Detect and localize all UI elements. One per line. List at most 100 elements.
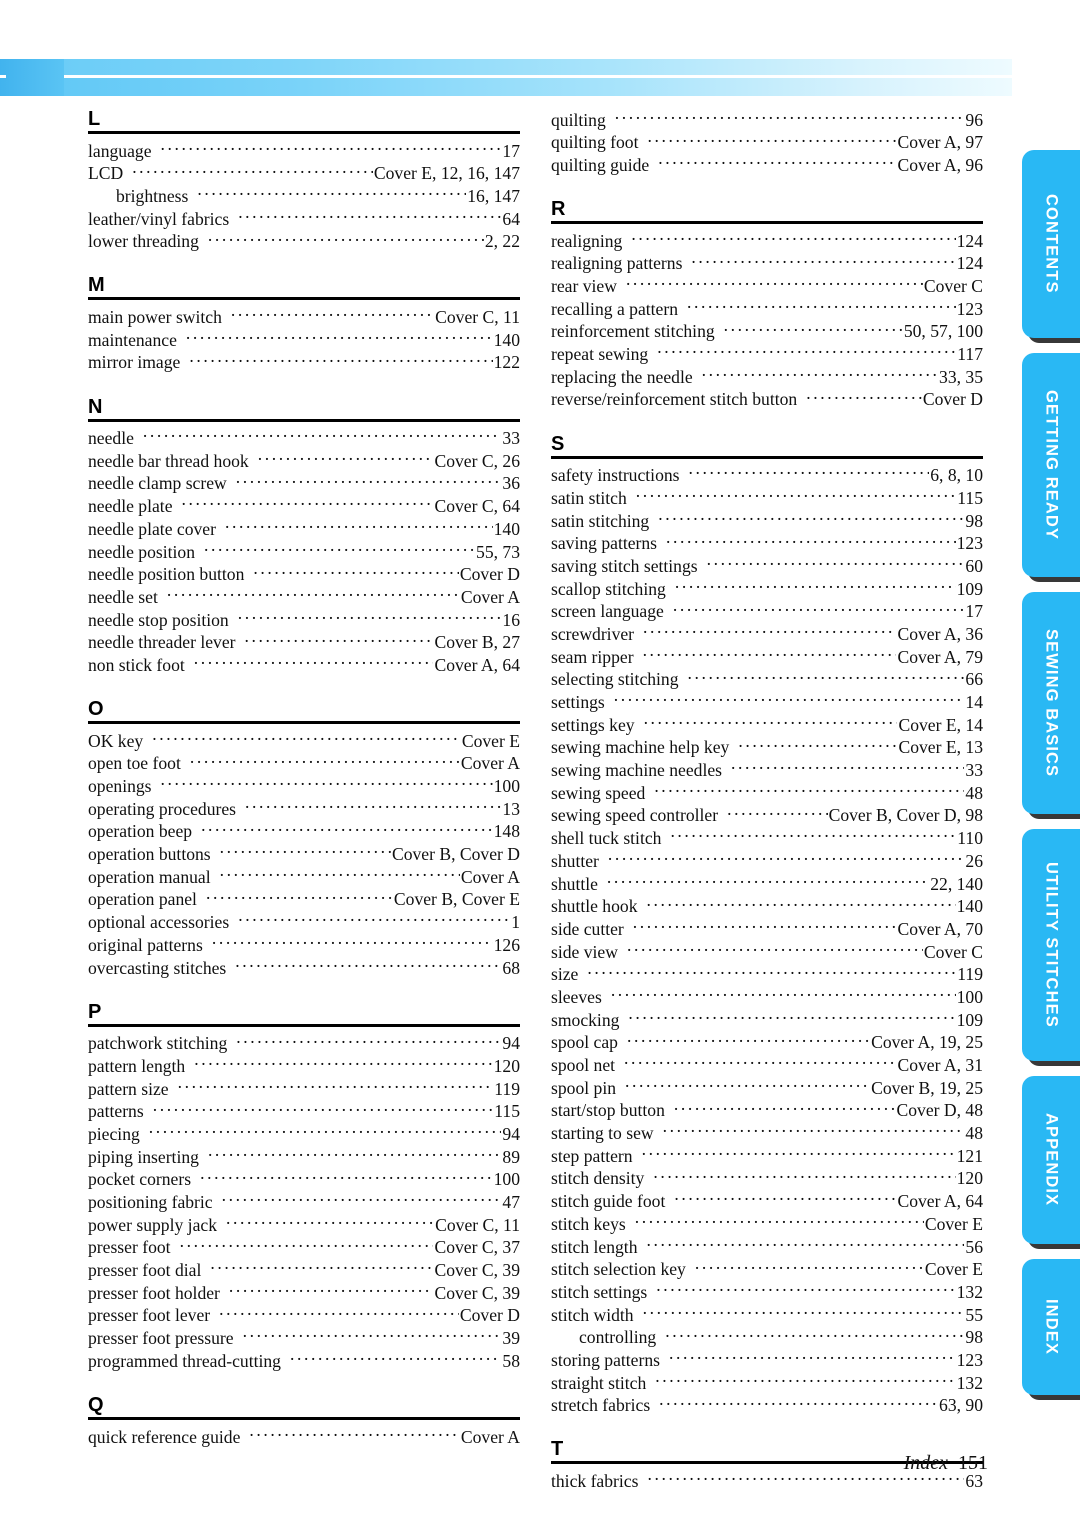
- index-entry[interactable]: spool pin Cover B, 19, 25: [551, 1076, 983, 1099]
- index-entry[interactable]: needle position 55, 73: [88, 540, 520, 563]
- index-subentry[interactable]: brightness 16, 147: [88, 184, 520, 207]
- index-entry[interactable]: straight stitch 132: [551, 1371, 983, 1394]
- index-entry[interactable]: seam ripper Cover A, 79: [551, 645, 983, 668]
- index-entry[interactable]: piping inserting 89: [88, 1145, 520, 1168]
- index-entry[interactable]: spool cap Cover A, 19, 25: [551, 1031, 983, 1054]
- index-entry[interactable]: programmed thread-cutting 58: [88, 1349, 520, 1372]
- index-entry[interactable]: needle plate cover 140: [88, 517, 520, 540]
- index-entry[interactable]: operation beep 148: [88, 820, 520, 843]
- index-entry[interactable]: optional accessories 1: [88, 911, 520, 934]
- index-entry[interactable]: operating procedures 13: [88, 797, 520, 820]
- index-entry[interactable]: scallop stitching 109: [551, 577, 983, 600]
- index-entry[interactable]: step pattern 121: [551, 1144, 983, 1167]
- index-entry[interactable]: selecting stitching 66: [551, 668, 983, 691]
- index-entry[interactable]: reverse/reinforcement stitch button Cover…: [551, 388, 983, 411]
- index-entry[interactable]: operation panel Cover B, Cover E: [88, 888, 520, 911]
- index-entry[interactable]: quick reference guide Cover A: [88, 1425, 520, 1448]
- index-entry[interactable]: leather/vinyl fabrics 64: [88, 207, 520, 230]
- index-entry[interactable]: operation manual Cover A: [88, 865, 520, 888]
- index-entry[interactable]: presser foot lever Cover D: [88, 1304, 520, 1327]
- index-entry[interactable]: screwdriver Cover A, 36: [551, 622, 983, 645]
- index-entry[interactable]: shell tuck stitch 110: [551, 827, 983, 850]
- index-entry[interactable]: maintenance 140: [88, 328, 520, 351]
- index-entry[interactable]: needle set Cover A: [88, 585, 520, 608]
- index-entry[interactable]: LCD Cover E, 12, 16, 147: [88, 162, 520, 185]
- index-entry[interactable]: needle 33: [88, 427, 520, 450]
- index-entry[interactable]: pattern size 119: [88, 1077, 520, 1100]
- index-entry[interactable]: presser foot dial Cover C, 39: [88, 1259, 520, 1282]
- index-entry[interactable]: quilting guide Cover A, 96: [551, 153, 983, 176]
- index-entry[interactable]: stitch guide foot Cover A, 64: [551, 1190, 983, 1213]
- index-entry[interactable]: open toe foot Cover A: [88, 752, 520, 775]
- index-entry[interactable]: mirror image 122: [88, 351, 520, 374]
- index-entry[interactable]: language 17: [88, 139, 520, 162]
- index-entry[interactable]: repeat sewing 117: [551, 343, 983, 366]
- index-entry[interactable]: OK key Cover E: [88, 729, 520, 752]
- index-entry[interactable]: stitch keys Cover E: [551, 1212, 983, 1235]
- index-entry[interactable]: overcasting stitches 68: [88, 956, 520, 979]
- index-entry[interactable]: saving patterns 123: [551, 532, 983, 555]
- index-entry[interactable]: screen language 17: [551, 600, 983, 623]
- thumb-tab-appendix[interactable]: APPENDIX: [1022, 1076, 1080, 1244]
- index-entry[interactable]: positioning fabric 47: [88, 1190, 520, 1213]
- index-entry[interactable]: needle bar thread hook Cover C, 26: [88, 449, 520, 472]
- index-entry[interactable]: saving stitch settings 60: [551, 554, 983, 577]
- index-entry[interactable]: satin stitching 98: [551, 509, 983, 532]
- index-entry[interactable]: reinforcement stitching 50, 57, 100: [551, 320, 983, 343]
- index-entry[interactable]: storing patterns 123: [551, 1348, 983, 1371]
- index-entry[interactable]: shuttle hook 140: [551, 895, 983, 918]
- index-entry[interactable]: needle threader lever Cover B, 27: [88, 631, 520, 654]
- index-entry[interactable]: realigning patterns 124: [551, 252, 983, 275]
- index-entry[interactable]: sewing machine help key Cover E, 13: [551, 736, 983, 759]
- index-entry[interactable]: stitch selection key Cover E: [551, 1258, 983, 1281]
- index-entry[interactable]: settings 14: [551, 690, 983, 713]
- index-entry[interactable]: side view Cover C: [551, 940, 983, 963]
- index-entry[interactable]: recalling a pattern 123: [551, 297, 983, 320]
- index-entry[interactable]: settings key Cover E, 14: [551, 713, 983, 736]
- index-entry[interactable]: patterns 115: [88, 1100, 520, 1123]
- index-entry[interactable]: stitch density 120: [551, 1167, 983, 1190]
- index-entry[interactable]: power supply jack Cover C, 11: [88, 1213, 520, 1236]
- thumb-tab-index[interactable]: INDEX: [1022, 1259, 1080, 1395]
- index-entry[interactable]: stretch fabrics 63, 90: [551, 1394, 983, 1417]
- index-entry[interactable]: sewing speed 48: [551, 781, 983, 804]
- thumb-tab-sewing-basics[interactable]: SEWING BASICS: [1022, 592, 1080, 814]
- index-entry[interactable]: pattern length 120: [88, 1054, 520, 1077]
- index-entry[interactable]: starting to sew 48: [551, 1122, 983, 1145]
- index-entry[interactable]: openings 100: [88, 774, 520, 797]
- index-entry[interactable]: presser foot holder Cover C, 39: [88, 1281, 520, 1304]
- index-entry[interactable]: shuttle 22, 140: [551, 872, 983, 895]
- index-entry[interactable]: needle stop position 16: [88, 608, 520, 631]
- index-entry[interactable]: replacing the needle 33, 35: [551, 365, 983, 388]
- index-entry[interactable]: start/stop button Cover D, 48: [551, 1099, 983, 1122]
- index-entry[interactable]: lower threading 2, 22: [88, 230, 520, 253]
- index-entry[interactable]: patchwork stitching 94: [88, 1032, 520, 1055]
- index-entry[interactable]: needle clamp screw 36: [88, 472, 520, 495]
- index-entry[interactable]: needle plate Cover C, 64: [88, 495, 520, 518]
- index-entry[interactable]: main power switch Cover C, 11: [88, 305, 520, 328]
- index-entry[interactable]: needle position button Cover D: [88, 563, 520, 586]
- index-entry[interactable]: piecing 94: [88, 1122, 520, 1145]
- index-entry[interactable]: stitch width 55: [551, 1303, 983, 1326]
- index-entry[interactable]: sewing machine needles 33: [551, 759, 983, 782]
- index-entry[interactable]: original patterns 126: [88, 933, 520, 956]
- index-entry[interactable]: stitch settings 132: [551, 1280, 983, 1303]
- index-entry[interactable]: sleeves 100: [551, 985, 983, 1008]
- index-subentry[interactable]: controlling 98: [551, 1326, 983, 1349]
- index-entry[interactable]: pocket corners 100: [88, 1168, 520, 1191]
- index-entry[interactable]: quilting 96: [551, 108, 983, 131]
- index-entry[interactable]: smocking 109: [551, 1008, 983, 1031]
- index-entry[interactable]: satin stitch 115: [551, 486, 983, 509]
- thumb-tab-getting-ready[interactable]: GETTING READY: [1022, 353, 1080, 577]
- index-entry[interactable]: spool net Cover A, 31: [551, 1053, 983, 1076]
- index-entry[interactable]: safety instructions 6, 8, 10: [551, 464, 983, 487]
- index-entry[interactable]: stitch length 56: [551, 1235, 983, 1258]
- thumb-tab-contents[interactable]: CONTENTS: [1022, 150, 1080, 338]
- index-entry[interactable]: operation buttons Cover B, Cover D: [88, 843, 520, 866]
- index-entry[interactable]: size 119: [551, 963, 983, 986]
- index-entry[interactable]: realigning 124: [551, 229, 983, 252]
- index-entry[interactable]: non stick foot Cover A, 64: [88, 653, 520, 676]
- index-entry[interactable]: presser foot Cover C, 37: [88, 1236, 520, 1259]
- thumb-tab-utility-stitches[interactable]: UTILITY STITCHES: [1022, 829, 1080, 1061]
- index-entry[interactable]: shutter 26: [551, 849, 983, 872]
